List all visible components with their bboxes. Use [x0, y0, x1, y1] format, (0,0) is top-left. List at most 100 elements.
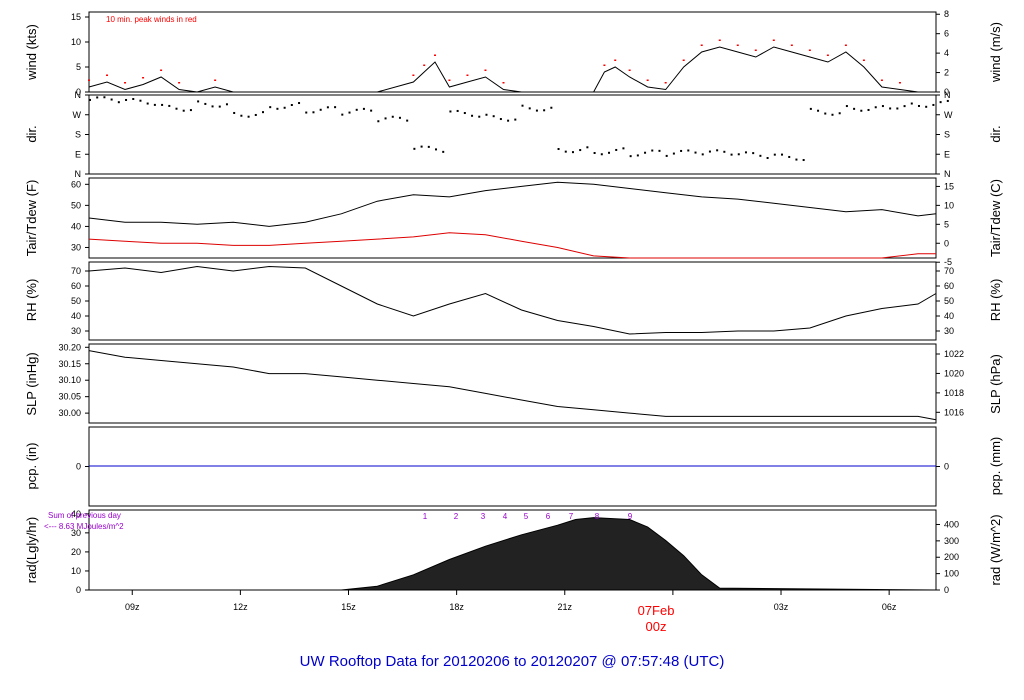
- dir-dot: [298, 102, 301, 105]
- dir-dot: [795, 158, 798, 161]
- dir-dot: [759, 154, 762, 157]
- rad-sum-line1: Sum of previous day: [48, 511, 121, 520]
- dir-dot: [564, 150, 567, 153]
- dir-dot: [629, 155, 632, 158]
- rad-ylabel-left: rad(Lgly/hr): [24, 517, 39, 583]
- wind-peak-mark: [736, 44, 739, 46]
- dir-dot: [247, 115, 250, 118]
- temp-tick-label: 10: [944, 200, 954, 210]
- tdew-series: [88, 232, 936, 259]
- wind-tick-label: 10: [71, 37, 81, 47]
- dir-dot: [845, 105, 848, 108]
- dir-dot: [571, 151, 574, 154]
- dir-tick-label: N: [944, 169, 951, 179]
- x-tick-label: 09z: [125, 602, 140, 612]
- dir-dot: [665, 154, 668, 157]
- slp-tick-label: 1020: [944, 368, 964, 378]
- dir-dot: [838, 112, 841, 115]
- dir-dot: [687, 149, 690, 152]
- dir-dot: [939, 101, 942, 104]
- dir-dot: [593, 151, 596, 154]
- dir-dot: [139, 99, 142, 102]
- dir-dot: [896, 107, 899, 110]
- slp-ylabel-right: SLP (hPa): [988, 354, 1003, 414]
- dir-dot: [521, 104, 524, 107]
- rh-tick-label: 60: [71, 281, 81, 291]
- wind-tick-label: 8: [944, 9, 949, 19]
- dir-dot: [903, 105, 906, 108]
- dir-dot: [456, 109, 459, 112]
- dir-tick-label: S: [944, 130, 950, 140]
- dir-dot: [737, 153, 740, 156]
- wind-peak-mark: [700, 44, 703, 46]
- dir-dot: [507, 119, 510, 122]
- dir-dot: [946, 99, 949, 102]
- dir-dot: [471, 114, 474, 117]
- wind-peak-mark: [160, 69, 163, 71]
- rh-series: [88, 265, 937, 335]
- temp-tick-label: 15: [944, 181, 954, 191]
- rh-tick-label: 50: [944, 296, 954, 306]
- dir-frame: [88, 94, 937, 175]
- rad-hour-mark: 1: [423, 512, 428, 521]
- dir-dot: [449, 110, 452, 113]
- wind-peak-mark: [664, 82, 667, 84]
- wind-peak-mark: [214, 79, 217, 81]
- dir-dot: [853, 107, 856, 110]
- dir-dot: [153, 103, 156, 106]
- x-tick-label: 15z: [341, 602, 356, 612]
- x-date-label: 07Feb: [638, 603, 675, 618]
- dir-dot: [362, 107, 365, 110]
- dir-dot: [766, 157, 769, 160]
- dir-dot: [701, 153, 704, 156]
- rad-hour-mark: 5: [524, 512, 529, 521]
- dir-tick-label: N: [944, 90, 951, 100]
- dir-dot: [680, 149, 683, 152]
- dir-dot: [608, 151, 611, 154]
- rh-ylabel-right: RH (%): [988, 279, 1003, 322]
- rh-tick-label: 30: [944, 326, 954, 336]
- dir-dot: [233, 111, 236, 114]
- dir-dot: [269, 106, 272, 109]
- wind-peak-mark: [142, 77, 145, 79]
- dir-dot: [644, 151, 647, 154]
- dir-dot: [132, 97, 135, 100]
- dir-dot: [543, 109, 546, 112]
- slp-series: [88, 350, 937, 421]
- dir-dot: [550, 106, 553, 109]
- dir-dot: [622, 147, 625, 150]
- rh-tick-label: 70: [71, 266, 81, 276]
- pcp-ylabel-left: pcp. (in): [24, 443, 39, 490]
- pcp-ylabel-right: pcp. (mm): [988, 437, 1003, 496]
- dir-dot: [809, 107, 812, 110]
- dir-tick-label: E: [75, 149, 81, 159]
- pcp-tick-label: 0: [76, 462, 81, 472]
- dir-dot: [535, 109, 538, 112]
- dir-dot: [889, 107, 892, 110]
- temp-frame: [88, 177, 937, 259]
- dir-dot: [499, 118, 502, 121]
- dir-dot: [442, 150, 445, 153]
- rad-sum-line2: <--- 8.63 MJoules/m^2: [44, 522, 124, 531]
- dir-dot: [427, 145, 430, 148]
- dir-dot: [917, 104, 920, 107]
- dir-dot: [254, 113, 257, 116]
- dir-dot: [103, 96, 106, 99]
- wind-peak-mark: [862, 59, 865, 61]
- dir-dot: [370, 109, 373, 112]
- x-tick-label: 18z: [449, 602, 464, 612]
- rad-hour-mark: 3: [481, 512, 486, 521]
- dir-dot: [672, 152, 675, 155]
- dir-dot: [694, 151, 697, 154]
- wind-tick-label: 6: [944, 29, 949, 39]
- dir-dot: [182, 109, 185, 112]
- wind-series: [88, 46, 936, 93]
- wind-peak-mark: [646, 79, 649, 81]
- dir-dot: [802, 159, 805, 162]
- dir-dot: [96, 96, 99, 99]
- dir-dot: [146, 102, 149, 105]
- x-tick-label: 03z: [774, 602, 789, 612]
- wind-peak-mark: [682, 59, 685, 61]
- rad-tick-label: 200: [944, 552, 959, 562]
- slp-frame: [88, 343, 937, 424]
